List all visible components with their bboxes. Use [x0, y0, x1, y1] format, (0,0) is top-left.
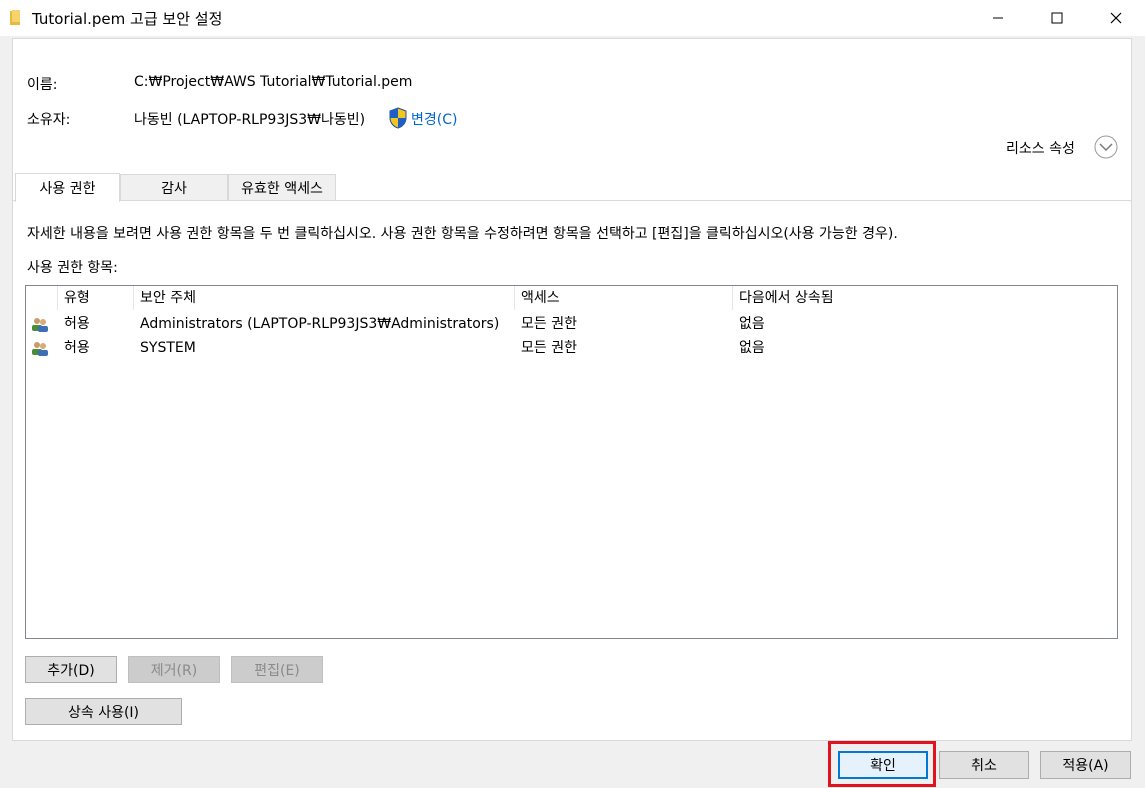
- tab-label: 유효한 액세스: [241, 181, 323, 197]
- name-label: 이름:: [27, 77, 58, 93]
- tab-auditing[interactable]: 감사: [120, 174, 228, 201]
- users-icon: [32, 342, 48, 356]
- instructions-text: 자세한 내용을 보려면 사용 권한 항목을 두 번 클릭하십시오. 사용 권한 …: [27, 226, 898, 242]
- tab-permissions[interactable]: 사용 권한: [15, 173, 120, 202]
- enable-inheritance-button[interactable]: 상속 사용(I): [25, 698, 182, 725]
- maximize-button[interactable]: [1034, 0, 1080, 36]
- resource-properties-label: 리소스 속성: [1006, 141, 1075, 157]
- apply-button-label: 적용(A): [1062, 758, 1109, 774]
- close-button[interactable]: [1093, 0, 1139, 36]
- maximize-icon: [1051, 12, 1063, 24]
- cell-access: 모든 권한: [521, 340, 577, 356]
- cell-principal: Administrators (LAPTOP-RLP93JS3₩Administ…: [140, 316, 500, 332]
- tab-label: 감사: [161, 181, 187, 197]
- edit-button[interactable]: 편집(E): [231, 656, 323, 683]
- apply-button[interactable]: 적용(A): [1040, 751, 1131, 779]
- column-header-principal[interactable]: 보안 주체: [134, 286, 515, 310]
- cancel-button[interactable]: 취소: [939, 751, 1029, 779]
- cancel-button-label: 취소: [971, 758, 997, 774]
- close-icon: [1110, 12, 1122, 24]
- users-icon: [32, 318, 48, 332]
- remove-button[interactable]: 제거(R): [128, 656, 220, 683]
- cell-access: 모든 권한: [521, 316, 577, 332]
- minimize-icon: [993, 17, 1003, 19]
- chevron-down-icon[interactable]: [1094, 135, 1118, 159]
- column-header-type[interactable]: 유형: [58, 286, 134, 310]
- cell-principal: SYSTEM: [140, 340, 196, 356]
- enable-inheritance-button-label: 상속 사용(I): [67, 704, 140, 721]
- change-owner-link[interactable]: 변경(C): [411, 109, 457, 129]
- main-panel: 이름: C:₩Project₩AWS Tutorial₩Tutorial.pem…: [12, 38, 1132, 741]
- cell-type: 허용: [64, 316, 90, 332]
- cell-inherited-from: 없음: [739, 340, 765, 356]
- add-button-label: 추가(D): [47, 662, 95, 679]
- title-bar: Tutorial.pem 고급 보안 설정: [0, 0, 1145, 36]
- add-button[interactable]: 추가(D): [25, 656, 117, 683]
- name-value: C:₩Project₩AWS Tutorial₩Tutorial.pem: [134, 74, 413, 90]
- permission-entries-list[interactable]: 유형 보안 주체 액세스 다음에서 상속됨 허용 Administrators …: [25, 285, 1118, 639]
- tab-label: 사용 권한: [39, 181, 96, 197]
- tab-effective-access[interactable]: 유효한 액세스: [228, 174, 336, 201]
- column-header-access[interactable]: 액세스: [515, 286, 733, 310]
- cell-type: 허용: [64, 340, 90, 356]
- table-row[interactable]: 허용 SYSTEM 모든 권한 없음: [26, 336, 1117, 360]
- window-title: Tutorial.pem 고급 보안 설정: [32, 10, 223, 28]
- column-header-icon: [26, 286, 58, 310]
- table-row[interactable]: 허용 Administrators (LAPTOP-RLP93JS3₩Admin…: [26, 312, 1117, 336]
- remove-button-label: 제거(R): [150, 662, 198, 679]
- owner-value: 나동빈 (LAPTOP-RLP93JS3₩나동빈): [134, 112, 366, 128]
- permission-entries-label: 사용 권한 항목:: [27, 260, 118, 276]
- ok-button-highlight: [828, 741, 936, 787]
- column-header-inherited-from[interactable]: 다음에서 상속됨: [733, 286, 1117, 310]
- minimize-button[interactable]: [975, 0, 1021, 36]
- edit-button-label: 편집(E): [254, 662, 300, 679]
- cell-inherited-from: 없음: [739, 316, 765, 332]
- uac-shield-icon: [389, 107, 407, 129]
- owner-label: 소유자:: [27, 112, 71, 128]
- list-header: 유형 보안 주체 액세스 다음에서 상속됨: [26, 286, 1117, 310]
- folder-icon: [10, 10, 20, 25]
